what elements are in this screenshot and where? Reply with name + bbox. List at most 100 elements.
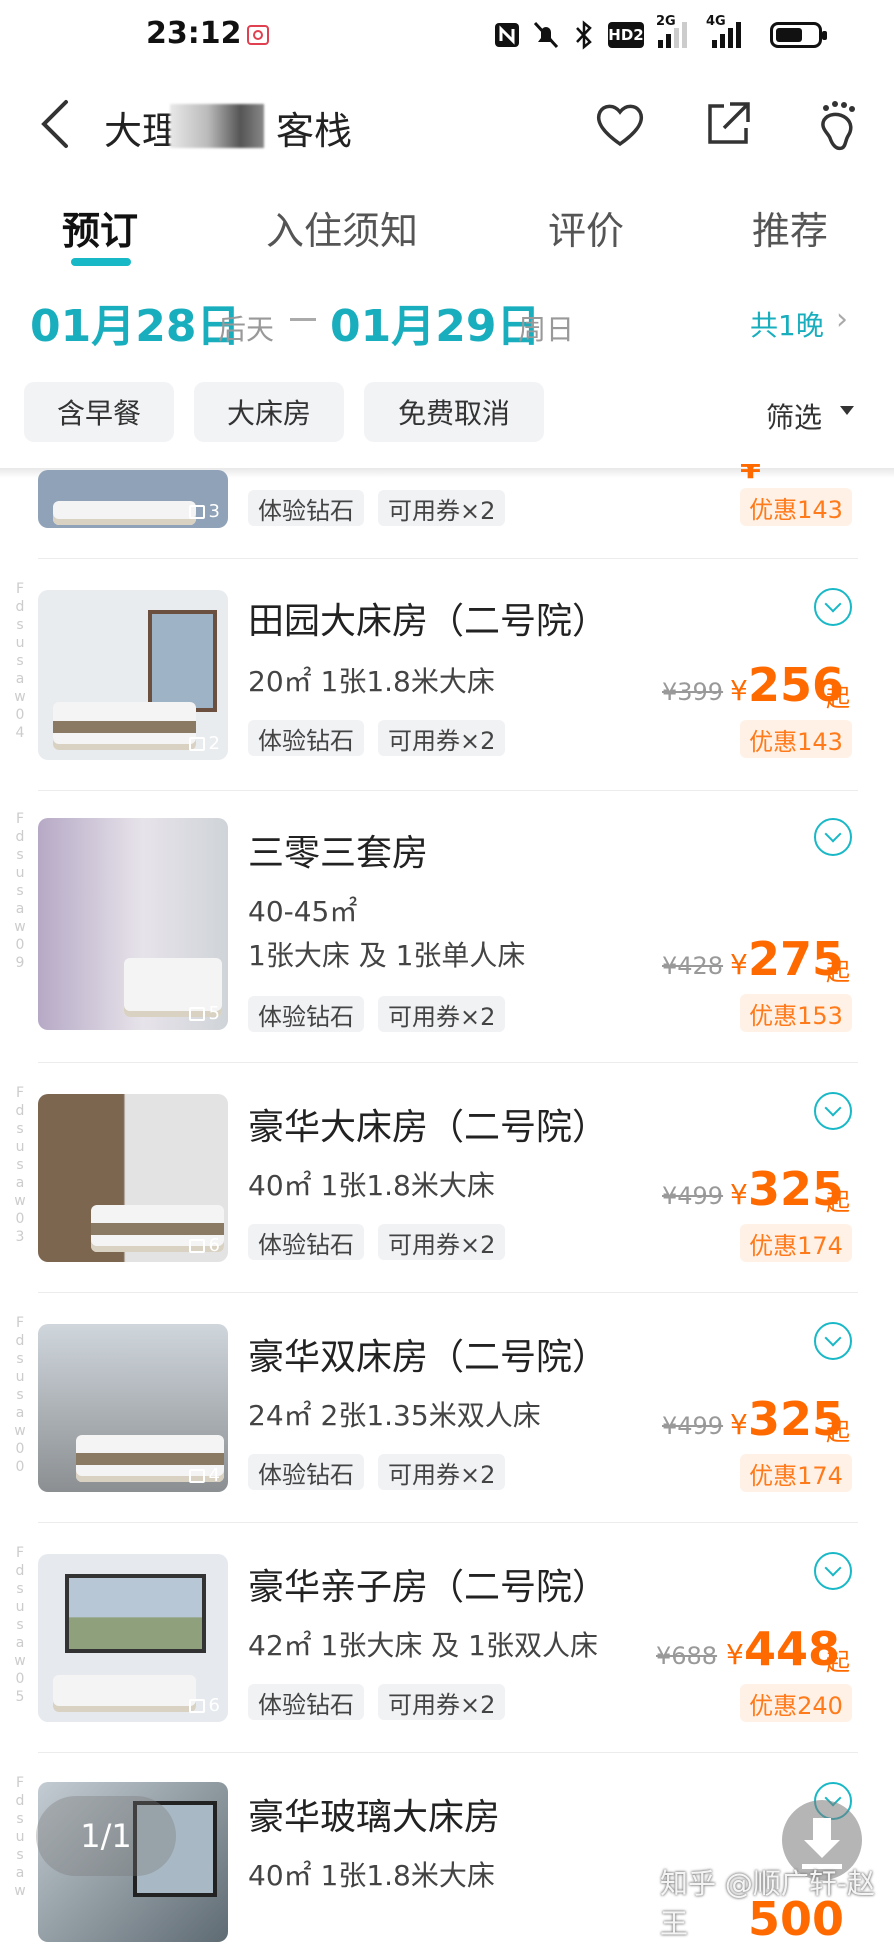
room-photo[interactable]: 6 bbox=[38, 1554, 228, 1722]
side-watermark: Fdsusaw bbox=[14, 1775, 26, 1899]
room-card-partial[interactable]: 3 体验钻石 可用券×2 优惠143 ¥ bbox=[0, 464, 894, 540]
tag-coupon: 可用券×2 bbox=[378, 1684, 506, 1720]
room-info: 24㎡ 2张1.35米双人床 bbox=[248, 1399, 541, 1432]
original-price: ¥499 bbox=[662, 1412, 724, 1440]
divider bbox=[38, 1292, 858, 1293]
tab-booking[interactable]: 预订 bbox=[62, 200, 138, 255]
currency: ¥ bbox=[730, 948, 748, 981]
price-from: 起 bbox=[826, 958, 850, 986]
chevron-right-icon[interactable]: › bbox=[836, 302, 848, 337]
filter-free-cancel[interactable]: 免费取消 bbox=[364, 382, 544, 442]
photo-icon bbox=[188, 1006, 205, 1021]
room-photo[interactable]: 5 bbox=[38, 818, 228, 1030]
room-area: 40-45㎡ bbox=[248, 895, 358, 928]
tab-checkin-notes[interactable]: 入住须知 bbox=[266, 200, 418, 255]
currency: ¥ bbox=[726, 1638, 744, 1671]
room-name[interactable]: 田园大床房（二号院） bbox=[248, 592, 608, 644]
room-card[interactable]: Fdsusaw00 4 豪华双床房（二号院） 24㎡ 2张1.35米双人床 体验… bbox=[0, 1314, 894, 1514]
nfc-icon bbox=[495, 23, 519, 47]
divider bbox=[38, 1062, 858, 1063]
nights-count[interactable]: 共1晚 bbox=[750, 304, 824, 344]
bluetooth-icon bbox=[576, 20, 592, 50]
hotel-title-start: 大理 bbox=[104, 109, 181, 153]
back-icon[interactable] bbox=[36, 96, 76, 152]
tab-recommend[interactable]: 推荐 bbox=[752, 200, 828, 255]
divider bbox=[38, 558, 858, 559]
notification-app-icon bbox=[247, 25, 269, 45]
room-card[interactable]: Fdsusaw05 6 豪华亲子房（二号院） 42㎡ 1张大床 及 1张双人床 … bbox=[0, 1544, 894, 1744]
filter-bar: 含早餐 大床房 免费取消 筛选 bbox=[0, 380, 894, 446]
room-name[interactable]: 三零三套房 bbox=[248, 824, 428, 876]
app-header: 大理 客栈 bbox=[0, 82, 894, 166]
room-info: 42㎡ 1张大床 及 1张双人床 bbox=[248, 1629, 598, 1662]
tag-coupon: 可用券×2 bbox=[378, 490, 506, 526]
original-price: ¥688 bbox=[656, 1642, 718, 1670]
tag-diamond: 体验钻石 bbox=[248, 1224, 364, 1260]
tag-coupon: 可用券×2 bbox=[378, 720, 506, 756]
room-photo[interactable]: 3 bbox=[38, 470, 228, 528]
photo-count-value: 2 bbox=[208, 733, 220, 754]
side-watermark: Fdsusaw00 bbox=[14, 1315, 26, 1475]
discount-badge: 优惠143 bbox=[740, 488, 852, 526]
filter-breakfast[interactable]: 含早餐 bbox=[24, 382, 174, 442]
expand-chevron-icon[interactable] bbox=[814, 588, 852, 626]
room-name[interactable]: 豪华玻璃大床房 bbox=[248, 1788, 500, 1840]
room-name[interactable]: 豪华亲子房（二号院） bbox=[248, 1558, 608, 1610]
room-name[interactable]: 豪华大床房（二号院） bbox=[248, 1098, 608, 1150]
signal-4g-icon: 4G bbox=[706, 14, 752, 54]
filter-king-bed[interactable]: 大床房 bbox=[194, 382, 344, 442]
original-price: ¥399 bbox=[662, 678, 724, 706]
side-watermark: Fdsusaw09 bbox=[14, 811, 26, 971]
photo-count-value: 3 bbox=[208, 501, 220, 522]
tag-coupon: 可用券×2 bbox=[378, 996, 506, 1032]
discount-badge: 优惠143 bbox=[740, 720, 852, 758]
room-info: 40㎡ 1张1.8米大床 bbox=[248, 1859, 495, 1892]
tag-diamond: 体验钻石 bbox=[248, 1684, 364, 1720]
battery-icon bbox=[770, 22, 827, 48]
room-card[interactable]: Fdsusaw03 6 豪华大床房（二号院） 40㎡ 1张1.8米大床 体验钻石… bbox=[0, 1084, 894, 1284]
footprint-icon[interactable] bbox=[810, 96, 866, 152]
image-pager[interactable]: 1/1 bbox=[36, 1796, 176, 1876]
hotel-title-end: 客栈 bbox=[276, 109, 353, 153]
expand-chevron-icon[interactable] bbox=[814, 1092, 852, 1130]
expand-chevron-icon[interactable] bbox=[814, 1322, 852, 1360]
room-name[interactable]: 豪华双床房（二号院） bbox=[248, 1328, 608, 1380]
status-time: 23:12 bbox=[146, 16, 242, 51]
expand-chevron-icon[interactable] bbox=[814, 818, 852, 856]
expand-chevron-icon[interactable] bbox=[814, 1552, 852, 1590]
side-watermark: Fdsusaw04 bbox=[14, 581, 26, 741]
divider bbox=[38, 1522, 858, 1523]
room-photo[interactable]: 6 bbox=[38, 1094, 228, 1262]
tag-diamond: 体验钻石 bbox=[248, 1454, 364, 1490]
discount-badge: 优惠174 bbox=[740, 1454, 852, 1492]
room-bed: 1张大床 及 1张单人床 bbox=[248, 939, 526, 972]
photo-icon bbox=[188, 1698, 205, 1713]
share-icon[interactable] bbox=[700, 96, 756, 152]
price-from: 起 bbox=[826, 684, 850, 712]
screen-filter-button[interactable]: 筛选 bbox=[766, 396, 822, 436]
redacted-title-part bbox=[170, 104, 264, 148]
checkout-date[interactable]: 01月29日 bbox=[330, 290, 540, 354]
photo-icon bbox=[188, 504, 205, 519]
hd-icon: HD2 bbox=[608, 22, 644, 48]
currency: ¥ bbox=[730, 1178, 748, 1211]
status-bar: 23:12 HD2 2G 4G bbox=[0, 0, 894, 72]
room-card[interactable]: Fdsusaw09 5 三零三套房 40-45㎡ 1张大床 及 1张单人床 体验… bbox=[0, 810, 894, 1040]
signal-2g-icon: 2G bbox=[656, 14, 696, 54]
dropdown-arrow-icon[interactable] bbox=[840, 406, 854, 415]
active-tab-indicator bbox=[71, 258, 131, 266]
side-watermark: Fdsusaw03 bbox=[14, 1085, 26, 1245]
room-card[interactable]: Fdsusaw04 2 田园大床房（二号院） 20㎡ 1张1.8米大床 体验钻石… bbox=[0, 580, 894, 780]
divider bbox=[38, 1752, 858, 1753]
tab-reviews[interactable]: 评价 bbox=[548, 200, 624, 255]
price-cut-off: ¥ bbox=[740, 464, 761, 482]
date-selector[interactable]: 01月28日 后天 01月29日 周日 共1晚 › bbox=[0, 290, 894, 354]
room-photo[interactable]: 2 bbox=[38, 590, 228, 760]
side-watermark: Fdsusaw05 bbox=[14, 1545, 26, 1705]
discount-badge: 优惠174 bbox=[740, 1224, 852, 1262]
room-photo[interactable]: 4 bbox=[38, 1324, 228, 1492]
price-from: 起 bbox=[826, 1648, 850, 1676]
favorite-heart-icon[interactable] bbox=[592, 96, 648, 152]
divider bbox=[38, 790, 858, 791]
checkin-date[interactable]: 01月28日 bbox=[30, 290, 240, 354]
